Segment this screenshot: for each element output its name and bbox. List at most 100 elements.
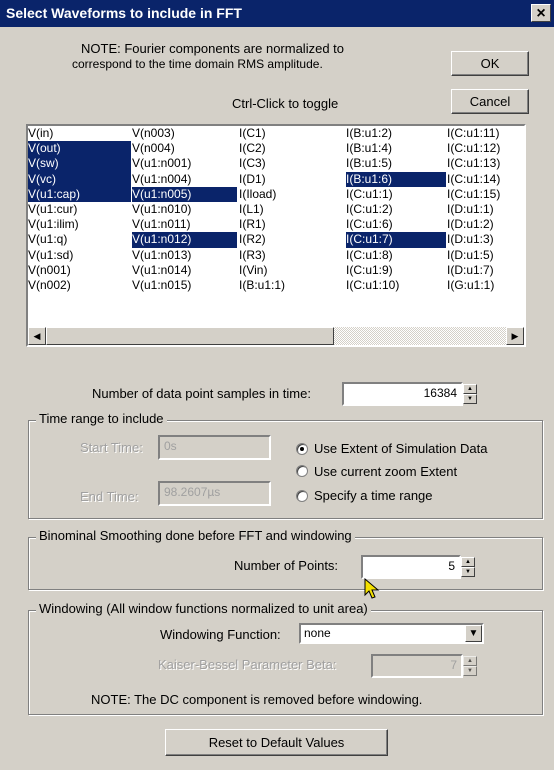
beta-input[interactable]: 7 (371, 654, 463, 678)
waveform-item[interactable]: I(D:u1:1) (447, 202, 524, 217)
waveform-item[interactable]: V(u1:n004) (132, 172, 237, 187)
waveform-item[interactable]: I(Vin) (239, 263, 319, 278)
waveform-column: I(C:u1:11) I(C:u1:12) I(C:u1:13) I(C:u1:14)… (447, 126, 524, 293)
waveform-item[interactable]: I(C:u1:2) (346, 202, 446, 217)
windowing-function-select[interactable]: none ▼ (299, 623, 484, 644)
waveform-item[interactable]: I(D:u1:3) (447, 232, 524, 247)
waveform-item[interactable]: I(R2) (239, 232, 319, 247)
waveform-item[interactable]: I(C:u1:11) (447, 126, 524, 141)
spin-up-icon[interactable]: ▲ (463, 656, 477, 666)
scroll-left-button[interactable]: ◀ (28, 327, 46, 345)
points-stepper[interactable]: ▲ ▼ (461, 557, 475, 577)
samples-input[interactable]: 16384 (342, 382, 463, 406)
waveform-column: I(C1) I(C2) I(C3) I(D1) I(Iload) I(L1) I(R1) I(… (239, 126, 319, 293)
samples-stepper[interactable]: ▲ ▼ (463, 384, 477, 404)
waveform-item[interactable]: V(u1:ilim) (28, 217, 131, 232)
beta-label: Kaiser-Bessel Parameter Beta: (158, 657, 337, 672)
waveform-item[interactable]: I(C:u1:6) (346, 217, 446, 232)
waveform-item[interactable]: V(u1:sd) (28, 248, 131, 263)
waveform-item[interactable]: V(n002) (28, 278, 131, 293)
waveform-list[interactable]: V(in) V(out) V(sw) V(vc) V(u1:cap) V(u1:cur) V… (26, 124, 526, 347)
waveform-item[interactable]: I(C:u1:10) (346, 278, 446, 293)
waveform-item[interactable]: V(n003) (132, 126, 237, 141)
waveform-item[interactable]: I(C2) (239, 141, 319, 156)
toggle-hint: Ctrl-Click to toggle (232, 96, 339, 111)
waveform-item[interactable]: V(u1:n013) (132, 248, 237, 263)
radio-extent-simulation[interactable] (296, 443, 308, 455)
waveform-item[interactable]: I(G:u1:1) (447, 278, 524, 293)
radio-label[interactable]: Use Extent of Simulation Data (314, 441, 487, 456)
waveform-item[interactable]: I(C:u1:12) (447, 141, 524, 156)
waveform-item[interactable]: I(C3) (239, 156, 319, 171)
waveform-item[interactable]: I(C:u1:7) (346, 232, 446, 248)
close-button[interactable]: × (531, 4, 551, 22)
waveform-item[interactable]: V(u1:n001) (132, 156, 237, 171)
spin-down-icon[interactable]: ▼ (463, 666, 477, 676)
waveform-item[interactable]: I(C:u1:13) (447, 156, 524, 171)
spin-up-icon[interactable]: ▲ (461, 557, 475, 567)
waveform-item[interactable]: I(B:u1:2) (346, 126, 446, 141)
waveform-item[interactable]: V(u1:n005) (132, 186, 237, 202)
waveform-item[interactable]: V(u1:q) (28, 232, 131, 247)
spin-up-icon[interactable]: ▲ (463, 384, 477, 394)
waveform-item[interactable]: I(C:u1:14) (447, 172, 524, 187)
waveform-item[interactable]: I(D:u1:2) (447, 217, 524, 232)
waveform-item[interactable]: V(n001) (28, 263, 131, 278)
scroll-thumb[interactable] (46, 327, 334, 345)
radio-specify-range[interactable] (296, 490, 308, 502)
beta-stepper[interactable]: ▲ ▼ (463, 656, 477, 676)
radio-selected-dot (300, 447, 304, 451)
waveform-item[interactable]: I(R1) (239, 217, 319, 232)
samples-label: Number of data point samples in time: (92, 386, 311, 401)
waveform-item[interactable]: I(Iload) (239, 187, 319, 202)
points-input[interactable]: 5 (361, 555, 461, 579)
waveform-item[interactable]: V(u1:n014) (132, 263, 237, 278)
waveform-column: V(n003) V(n004) V(u1:n001) V(u1:n004) V(u1:n… (132, 126, 237, 293)
waveform-item[interactable]: V(u1:n011) (132, 217, 237, 232)
start-time-label: Start Time: (80, 440, 143, 455)
radio-label[interactable]: Use current zoom Extent (314, 464, 457, 479)
waveform-item[interactable]: V(u1:cap) (28, 186, 131, 202)
waveform-item[interactable]: V(u1:n015) (132, 278, 237, 293)
time-range-group (28, 420, 543, 519)
waveform-item[interactable]: V(in) (28, 126, 131, 141)
reset-defaults-button[interactable]: Reset to Default Values (165, 729, 388, 756)
waveform-item[interactable]: I(B:u1:6) (346, 171, 446, 187)
waveform-item[interactable]: V(u1:n010) (132, 202, 237, 217)
dropdown-arrow-icon[interactable]: ▼ (465, 625, 482, 642)
waveform-item[interactable]: I(L1) (239, 202, 319, 217)
waveform-item[interactable]: V(u1:cur) (28, 202, 131, 217)
scroll-right-button[interactable]: ▶ (506, 327, 524, 345)
waveform-item[interactable]: I(D:u1:5) (447, 248, 524, 263)
spin-down-icon[interactable]: ▼ (463, 394, 477, 404)
windowing-function-label: Windowing Function: (160, 627, 281, 642)
time-range-legend: Time range to include (36, 411, 167, 426)
end-time-input[interactable]: 98.2607µs (158, 481, 271, 506)
waveform-item[interactable]: I(B:u1:5) (346, 156, 446, 171)
waveform-item[interactable]: V(vc) (28, 171, 131, 187)
waveform-item[interactable]: I(C:u1:15) (447, 187, 524, 202)
waveform-item[interactable]: I(D1) (239, 172, 319, 187)
waveform-item[interactable]: V(u1:n012) (132, 232, 237, 248)
start-time-input[interactable]: 0s (158, 435, 271, 460)
waveform-item[interactable]: V(sw) (28, 156, 131, 172)
note-line-1: NOTE: Fourier components are normalized … (81, 41, 344, 56)
horizontal-scrollbar[interactable]: ◀ ▶ (28, 327, 524, 345)
waveform-item[interactable]: I(R3) (239, 248, 319, 263)
waveform-item[interactable]: I(C:u1:8) (346, 248, 446, 263)
waveform-item[interactable]: I(B:u1:1) (239, 278, 319, 293)
cancel-button[interactable]: Cancel (451, 89, 529, 114)
waveform-item[interactable]: I(B:u1:4) (346, 141, 446, 156)
spin-down-icon[interactable]: ▼ (461, 567, 475, 577)
windowing-legend: Windowing (All window functions normaliz… (36, 601, 371, 616)
waveform-item[interactable]: I(D:u1:7) (447, 263, 524, 278)
waveform-item[interactable]: I(C:u1:1) (346, 187, 446, 202)
waveform-item[interactable]: V(n004) (132, 141, 237, 156)
waveform-item[interactable]: I(C:u1:9) (346, 263, 446, 278)
radio-label[interactable]: Specify a time range (314, 488, 433, 503)
waveform-item[interactable]: V(out) (28, 141, 131, 157)
waveform-item[interactable]: I(C1) (239, 126, 319, 141)
ok-button[interactable]: OK (451, 51, 529, 76)
end-time-label: End Time: (80, 489, 139, 504)
radio-zoom-extent[interactable] (296, 465, 308, 477)
